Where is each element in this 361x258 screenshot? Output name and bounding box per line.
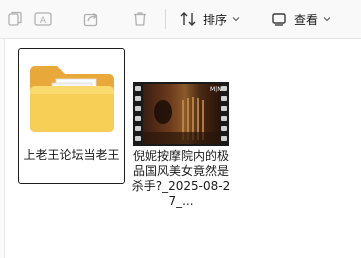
share-icon <box>83 13 98 27</box>
file-item-video[interactable]: M|N 倪妮按摩院内的极品国风美女竟然是杀手?_2025-08-27_... <box>129 48 233 218</box>
view-icon <box>272 13 286 26</box>
delete-button[interactable] <box>131 7 149 31</box>
video-thumbnail: M|N <box>133 82 229 146</box>
trash-icon <box>134 12 146 26</box>
svg-text:A: A <box>40 16 47 26</box>
sort-icon <box>180 12 196 26</box>
sort-label: 排序 <box>203 12 228 27</box>
rename-button[interactable]: A <box>33 7 53 31</box>
command-bar: A 排序 查看 <box>0 0 361 39</box>
toolbar-separator <box>165 9 166 29</box>
view-label: 查看 <box>294 12 319 27</box>
folder-icon <box>30 66 114 132</box>
rename-icon: A <box>34 12 52 26</box>
video-badge: M|N <box>210 86 222 93</box>
sort-button[interactable]: 排序 <box>179 7 240 31</box>
file-name: 上老王论坛当老王 <box>23 148 120 162</box>
file-item-folder[interactable]: 上老王论坛当老王 <box>18 48 125 184</box>
chevron-down-icon <box>232 17 240 22</box>
copy-icon <box>8 11 22 26</box>
copy-button[interactable] <box>6 7 24 31</box>
share-button[interactable] <box>82 7 100 31</box>
navigation-pane-edge <box>0 39 5 258</box>
view-button[interactable]: 查看 <box>270 7 331 31</box>
file-name: 倪妮按摩院内的极品国风美女竟然是杀手?_2025-08-27_... <box>131 149 231 208</box>
chevron-down-icon <box>323 17 331 22</box>
